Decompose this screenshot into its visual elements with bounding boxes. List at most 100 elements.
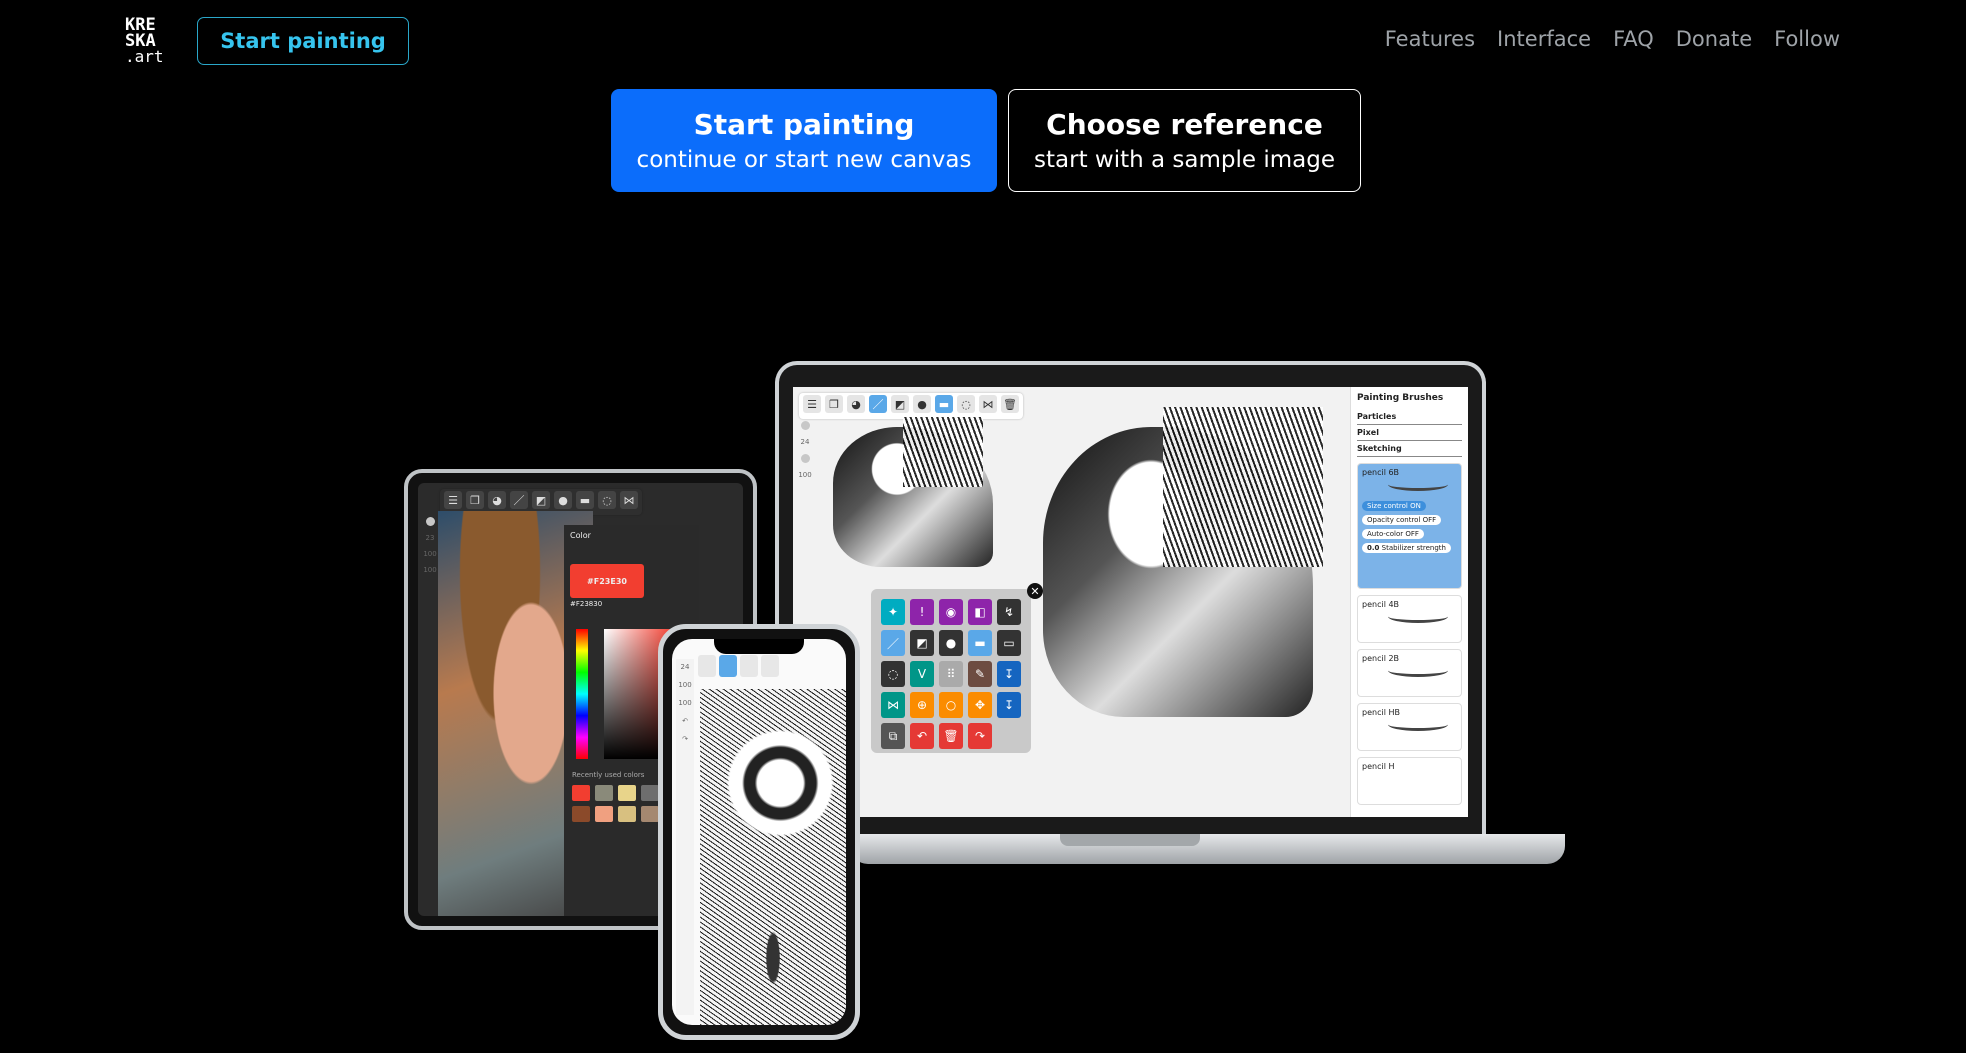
quick-tool[interactable]: ⋈ xyxy=(881,692,905,718)
nav-follow[interactable]: Follow xyxy=(1774,27,1840,51)
laptop-base xyxy=(850,834,1565,864)
brush-stroke-preview xyxy=(1388,610,1448,623)
brush-stroke-preview xyxy=(1388,718,1448,731)
stabilizer-control[interactable]: 0.0 Stabilizer strength xyxy=(1362,543,1451,553)
quick-tool[interactable]: ↧ xyxy=(997,661,1021,687)
quick-tool[interactable]: ✎ xyxy=(968,661,992,687)
opacity-control-toggle[interactable]: Opacity control OFF xyxy=(1362,515,1442,525)
redo-icon[interactable]: ↷ xyxy=(682,735,688,743)
stabilizer-label: Stabilizer strength xyxy=(1381,544,1446,552)
brush-name: pencil HB xyxy=(1362,708,1400,717)
brush-category[interactable]: Sketching xyxy=(1357,441,1462,457)
quick-tool[interactable]: ◧ xyxy=(968,599,992,625)
size-value: 24 xyxy=(680,663,690,671)
quick-tool[interactable]: ↶ xyxy=(910,723,934,749)
brush-panel-title: Painting Brushes xyxy=(1357,393,1444,403)
quick-tool[interactable]: ◉ xyxy=(939,599,963,625)
choose-reference-cta[interactable]: Choose reference start with a sample ima… xyxy=(1008,89,1361,192)
horse-mane-small xyxy=(903,417,983,487)
nav-faq[interactable]: FAQ xyxy=(1613,27,1654,51)
quick-tool[interactable]: ↧ xyxy=(997,692,1021,718)
mirror-icon: ⋈ xyxy=(620,491,638,509)
mirror-icon: ⋈ xyxy=(979,395,997,413)
recent-swatch[interactable] xyxy=(641,806,659,822)
smudge-icon: ● xyxy=(554,491,572,509)
quick-tool[interactable]: ✦ xyxy=(881,599,905,625)
brush-card[interactable]: pencil 2B xyxy=(1357,649,1462,697)
size-value: 24 xyxy=(800,438,810,446)
start-painting-cta[interactable]: Start painting continue or start new can… xyxy=(611,89,997,192)
eraser-icon: ◩ xyxy=(532,491,550,509)
close-icon[interactable]: ✕ xyxy=(1027,583,1043,599)
hue-slider[interactable] xyxy=(576,629,588,759)
quick-tool[interactable]: ⠿ xyxy=(939,661,963,687)
opacity-value: 100 xyxy=(678,681,692,689)
laptop-mockup: ☰ ❐ ◕ ／ ◩ ● ▬ ◌ ⋈ 🗑 24 100 ✦ ! ◉ ◧ ↯ ／ ◩… xyxy=(775,361,1486,837)
quick-tool[interactable]: ⊕ xyxy=(910,692,934,718)
recent-swatch[interactable] xyxy=(618,806,636,822)
phone-screen: 24 100 100 ↶ ↷ xyxy=(672,639,846,1025)
quick-tool[interactable]: ⧉ xyxy=(881,723,905,749)
brush-name: pencil H xyxy=(1362,762,1395,771)
quick-tool[interactable]: ▬ xyxy=(968,630,992,656)
laptop-trackpad-notch xyxy=(1060,834,1200,846)
nav-donate[interactable]: Donate xyxy=(1676,27,1752,51)
logo-line3: .art xyxy=(125,47,164,66)
current-color-swatch[interactable]: #F23E30 xyxy=(570,564,644,598)
recent-swatch[interactable] xyxy=(595,806,613,822)
size-value: 23 xyxy=(425,534,435,542)
tablet-side-rail: 23 100 100 xyxy=(422,517,438,906)
smudge-icon: ● xyxy=(913,395,931,413)
quick-tool[interactable]: V xyxy=(910,661,934,687)
undo-icon[interactable]: ↶ xyxy=(682,717,688,725)
palette-icon: ◕ xyxy=(847,395,865,413)
quick-tool[interactable]: ○ xyxy=(939,692,963,718)
smudge-icon xyxy=(761,655,779,677)
menu-icon: ☰ xyxy=(444,491,462,509)
fill-icon: ▬ xyxy=(576,491,594,509)
quick-tool[interactable]: ↯ xyxy=(997,599,1021,625)
quick-tool[interactable]: ✥ xyxy=(968,692,992,718)
recent-swatch[interactable] xyxy=(572,806,590,822)
quick-tool[interactable]: ↷ xyxy=(968,723,992,749)
brush-card[interactable]: pencil H xyxy=(1357,757,1462,805)
quick-tool[interactable]: ! xyxy=(910,599,934,625)
auto-color-toggle[interactable]: Auto-color OFF xyxy=(1362,529,1424,539)
quick-tool[interactable]: ／ xyxy=(881,630,905,656)
quick-tool[interactable]: ● xyxy=(939,630,963,656)
start-painting-title: Start painting xyxy=(693,108,915,141)
brush-category[interactable]: Particles xyxy=(1357,409,1462,425)
quick-tool[interactable]: ▭ xyxy=(997,630,1021,656)
recent-swatch[interactable] xyxy=(618,785,636,801)
nav-interface[interactable]: Interface xyxy=(1497,27,1591,51)
start-painting-subtitle: continue or start new canvas xyxy=(636,147,972,173)
brush-name: pencil 2B xyxy=(1362,654,1400,663)
fill-icon: ▬ xyxy=(935,395,953,413)
layers-icon: ❐ xyxy=(466,491,484,509)
brush-category[interactable]: Pixel xyxy=(1357,425,1462,441)
brush-icon: ／ xyxy=(869,395,887,413)
quick-tool[interactable]: ◌ xyxy=(881,661,905,687)
choose-reference-title: Choose reference xyxy=(1046,108,1323,141)
rail-dot xyxy=(800,421,810,430)
laptop-screen: ☰ ❐ ◕ ／ ◩ ● ▬ ◌ ⋈ 🗑 24 100 ✦ ! ◉ ◧ ↯ ／ ◩… xyxy=(793,387,1468,817)
brush-card-selected[interactable]: pencil 6B Size control ON Opacity contro… xyxy=(1357,463,1462,589)
laptop-toolbar: ☰ ❐ ◕ ／ ◩ ● ▬ ◌ ⋈ 🗑 xyxy=(799,393,1023,419)
size-control-toggle[interactable]: Size control ON xyxy=(1362,501,1426,511)
phone-side-rail: 24 100 100 ↶ ↷ xyxy=(676,659,694,1015)
quick-tool[interactable]: ◩ xyxy=(910,630,934,656)
brush-card[interactable]: pencil 4B xyxy=(1357,595,1462,643)
lasso-icon: ◌ xyxy=(957,395,975,413)
recent-swatch[interactable] xyxy=(595,785,613,801)
brush-card[interactable]: pencil HB xyxy=(1357,703,1462,751)
palette-icon: ◕ xyxy=(488,491,506,509)
layers-icon: ❐ xyxy=(825,395,843,413)
recent-swatch[interactable] xyxy=(641,785,659,801)
brush-name: pencil 4B xyxy=(1362,600,1400,609)
recent-swatch[interactable] xyxy=(572,785,590,801)
site-logo[interactable]: KRE SKA .art xyxy=(125,17,173,65)
header-start-painting-button[interactable]: Start painting xyxy=(197,17,409,65)
menu-icon: ☰ xyxy=(803,395,821,413)
quick-tool[interactable]: 🗑 xyxy=(939,723,963,749)
nav-features[interactable]: Features xyxy=(1385,27,1475,51)
